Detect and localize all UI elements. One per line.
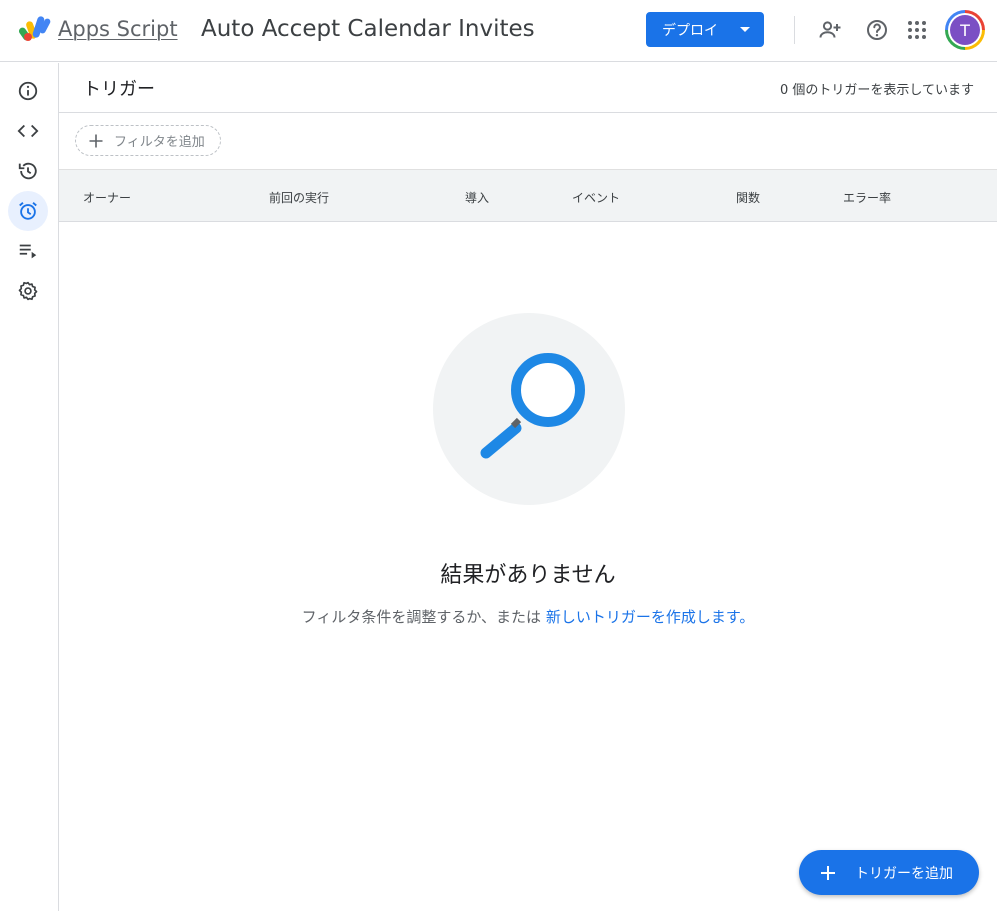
create-new-trigger-link[interactable]: 新しいトリガーを作成します。	[546, 608, 755, 626]
deploy-button-label: デプロイ	[662, 22, 718, 39]
main-content: トリガー 0 個のトリガーを表示しています フィルタを追加 オーナー 前回の実行…	[59, 63, 997, 911]
page-title: トリガー	[83, 79, 155, 100]
column-header-last-run[interactable]: 前回の実行	[269, 189, 329, 206]
share-person-add-icon[interactable]	[818, 18, 842, 42]
empty-state-title: 結果がありません	[440, 563, 616, 588]
empty-state-illustration	[433, 313, 625, 505]
deploy-button[interactable]: デプロイ	[646, 12, 764, 47]
avatar-initial: T	[950, 15, 980, 45]
info-icon	[18, 81, 38, 101]
caret-down-icon	[740, 27, 750, 32]
project-title[interactable]: Auto Accept Calendar Invites	[201, 16, 535, 42]
add-trigger-label: トリガーを追加	[855, 865, 953, 882]
empty-state-subtitle: フィルタ条件を調整するか、または 新しいトリガーを作成します。	[59, 606, 997, 627]
alarm-icon	[19, 202, 37, 220]
filter-row: フィルタを追加	[59, 113, 997, 169]
plus-icon	[821, 865, 835, 880]
table-header: オーナー 前回の実行 導入 イベント 関数 エラー率	[59, 169, 997, 222]
magnifier-icon	[480, 353, 585, 459]
left-navigation-rail	[0, 63, 59, 911]
history-icon	[18, 162, 37, 180]
rail-item-executions[interactable]	[8, 231, 48, 271]
playlist-play-icon	[19, 244, 37, 259]
trigger-count-text: 0 個のトリガーを表示しています	[779, 83, 974, 98]
column-header-owner[interactable]: オーナー	[83, 189, 131, 206]
avatar: T	[948, 13, 982, 47]
account-avatar-button[interactable]: T	[945, 10, 985, 50]
code-icon	[17, 124, 39, 138]
gear-icon	[18, 281, 38, 301]
help-icon[interactable]	[865, 18, 889, 42]
add-filter-button[interactable]: フィルタを追加	[75, 125, 221, 156]
add-filter-label: フィルタを追加	[114, 135, 205, 150]
column-header-error-rate[interactable]: エラー率	[843, 189, 891, 206]
header-divider	[794, 16, 795, 44]
apps-grid-icon[interactable]	[905, 18, 929, 42]
add-trigger-button[interactable]: トリガーを追加	[799, 850, 979, 895]
rail-item-triggers[interactable]	[8, 191, 48, 231]
column-header-event[interactable]: イベント	[572, 189, 620, 206]
column-header-function[interactable]: 関数	[736, 189, 760, 206]
page-header: トリガー 0 個のトリガーを表示しています	[59, 63, 997, 113]
empty-state-subtitle-text: フィルタ条件を調整するか、または	[301, 608, 546, 626]
apps-script-logo-icon[interactable]	[19, 14, 53, 44]
rail-item-overview[interactable]	[8, 71, 48, 111]
plus-icon	[89, 134, 103, 147]
top-app-bar: Apps Script Auto Accept Calendar Invites…	[0, 0, 997, 62]
column-header-deployment[interactable]: 導入	[465, 189, 489, 206]
rail-item-history[interactable]	[8, 151, 48, 191]
rail-item-settings[interactable]	[8, 271, 48, 311]
app-name-link[interactable]: Apps Script	[58, 17, 178, 41]
rail-item-editor[interactable]	[8, 111, 48, 151]
